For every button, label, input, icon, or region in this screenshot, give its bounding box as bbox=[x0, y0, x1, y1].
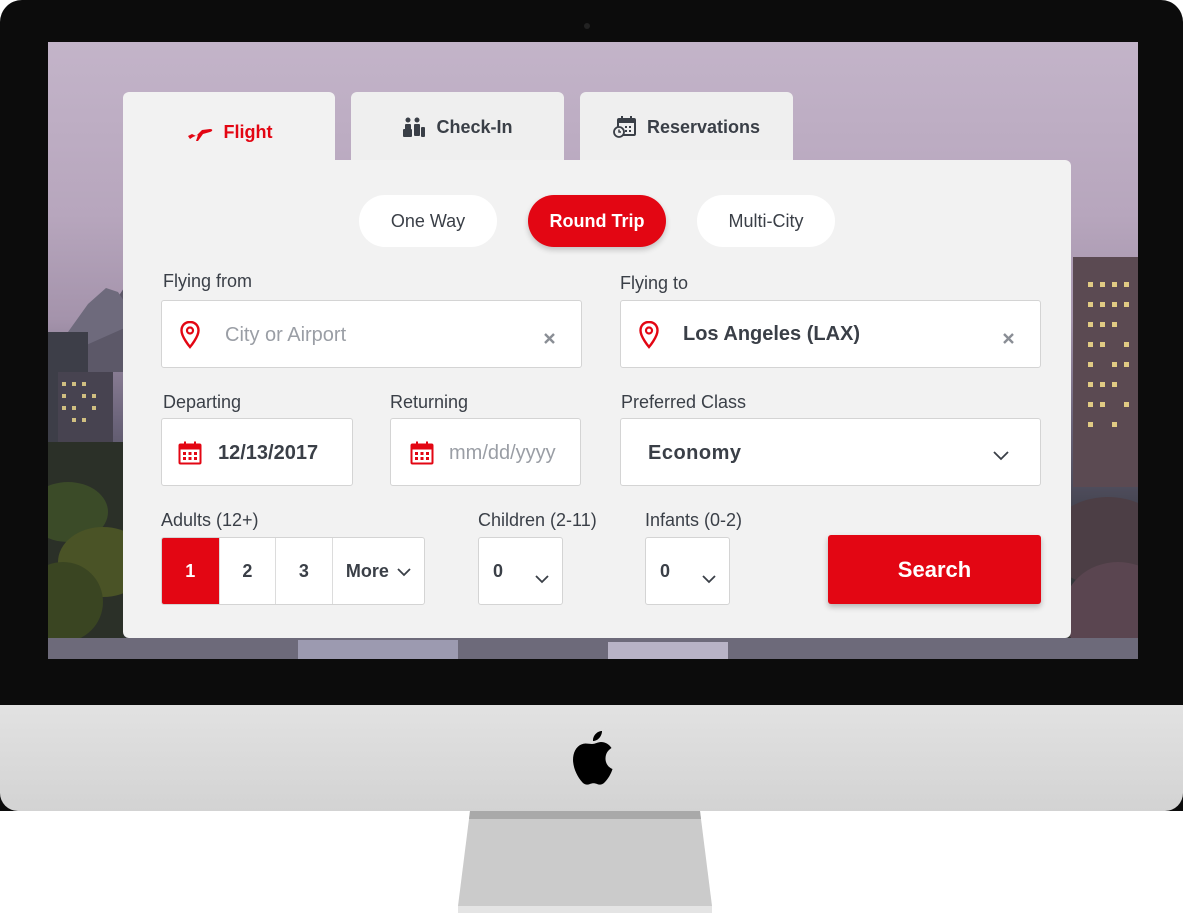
flying-to-value: Los Angeles (LAX) bbox=[683, 323, 861, 345]
chevron-down-icon bbox=[993, 448, 1009, 466]
round-trip-button[interactable]: Round Trip bbox=[528, 195, 666, 247]
tab-check-in[interactable]: Check-In bbox=[351, 92, 564, 162]
adults-option-2[interactable]: 2 bbox=[220, 538, 277, 604]
departing-label: Departing bbox=[163, 392, 242, 412]
preferred-class-label: Preferred Class bbox=[621, 392, 747, 412]
location-pin-icon bbox=[180, 320, 200, 354]
chevron-down-icon bbox=[702, 568, 716, 589]
chevron-down-icon bbox=[397, 561, 411, 582]
adults-option-3[interactable]: 3 bbox=[276, 538, 333, 604]
multi-city-button[interactable]: Multi-City bbox=[697, 195, 835, 247]
calendar-icon bbox=[178, 441, 202, 470]
returning-date-input[interactable]: mm/dd/yyyy bbox=[390, 418, 581, 486]
infants-select[interactable]: 0 bbox=[645, 537, 730, 605]
flying-from-label: Flying from bbox=[163, 271, 253, 291]
infants-label: Infants (0-2) bbox=[645, 510, 743, 530]
plane-icon bbox=[186, 121, 214, 143]
flying-from-placeholder: City or Airport bbox=[225, 324, 347, 346]
flying-to-input[interactable]: Los Angeles (LAX) bbox=[620, 300, 1041, 368]
tab-flight-label: Flight bbox=[223, 121, 273, 142]
preferred-class-select[interactable]: Economy bbox=[620, 418, 1041, 486]
chevron-down-icon bbox=[535, 568, 549, 589]
adults-selector: 1 2 3 More bbox=[161, 537, 425, 605]
adults-more-dropdown[interactable]: More bbox=[333, 538, 424, 604]
children-label: Children (2-11) bbox=[478, 510, 597, 530]
adults-more-label: More bbox=[345, 560, 389, 581]
clear-icon[interactable] bbox=[1003, 331, 1014, 349]
monitor-stand bbox=[458, 811, 712, 913]
monitor-chin bbox=[0, 705, 1183, 811]
flight-search-panel: One Way Round Trip Multi-City Flying fro… bbox=[123, 160, 1071, 638]
infants-value: 0 bbox=[660, 561, 671, 581]
screen: Flight Check-In Reservations One Way Rou… bbox=[48, 42, 1138, 659]
adults-option-1[interactable]: 1 bbox=[162, 538, 220, 604]
location-pin-icon bbox=[639, 320, 659, 354]
calendar-icon bbox=[410, 441, 434, 470]
one-way-button[interactable]: One Way bbox=[359, 195, 497, 247]
children-value: 0 bbox=[493, 561, 504, 581]
tab-reservations-label: Reservations bbox=[646, 116, 761, 137]
preferred-class-value: Economy bbox=[648, 442, 742, 464]
departing-date-input[interactable]: 12/13/2017 bbox=[161, 418, 353, 486]
apple-logo-icon bbox=[573, 731, 613, 785]
flying-from-input[interactable]: City or Airport bbox=[161, 300, 582, 368]
tab-reservations[interactable]: Reservations bbox=[580, 92, 793, 162]
flying-to-label: Flying to bbox=[620, 273, 689, 293]
departing-value: 12/13/2017 bbox=[218, 442, 319, 464]
children-select[interactable]: 0 bbox=[478, 537, 563, 605]
calendar-clock-icon bbox=[613, 116, 637, 138]
tab-check-in-label: Check-In bbox=[436, 116, 513, 137]
returning-label: Returning bbox=[390, 392, 469, 412]
clear-icon[interactable] bbox=[544, 331, 555, 349]
check-in-icon bbox=[402, 116, 426, 138]
search-button[interactable]: Search bbox=[828, 535, 1041, 604]
camera-dot bbox=[584, 23, 590, 29]
monitor-frame: Flight Check-In Reservations One Way Rou… bbox=[0, 0, 1183, 811]
adults-label: Adults (12+) bbox=[161, 510, 259, 530]
returning-placeholder: mm/dd/yyyy bbox=[449, 442, 556, 464]
